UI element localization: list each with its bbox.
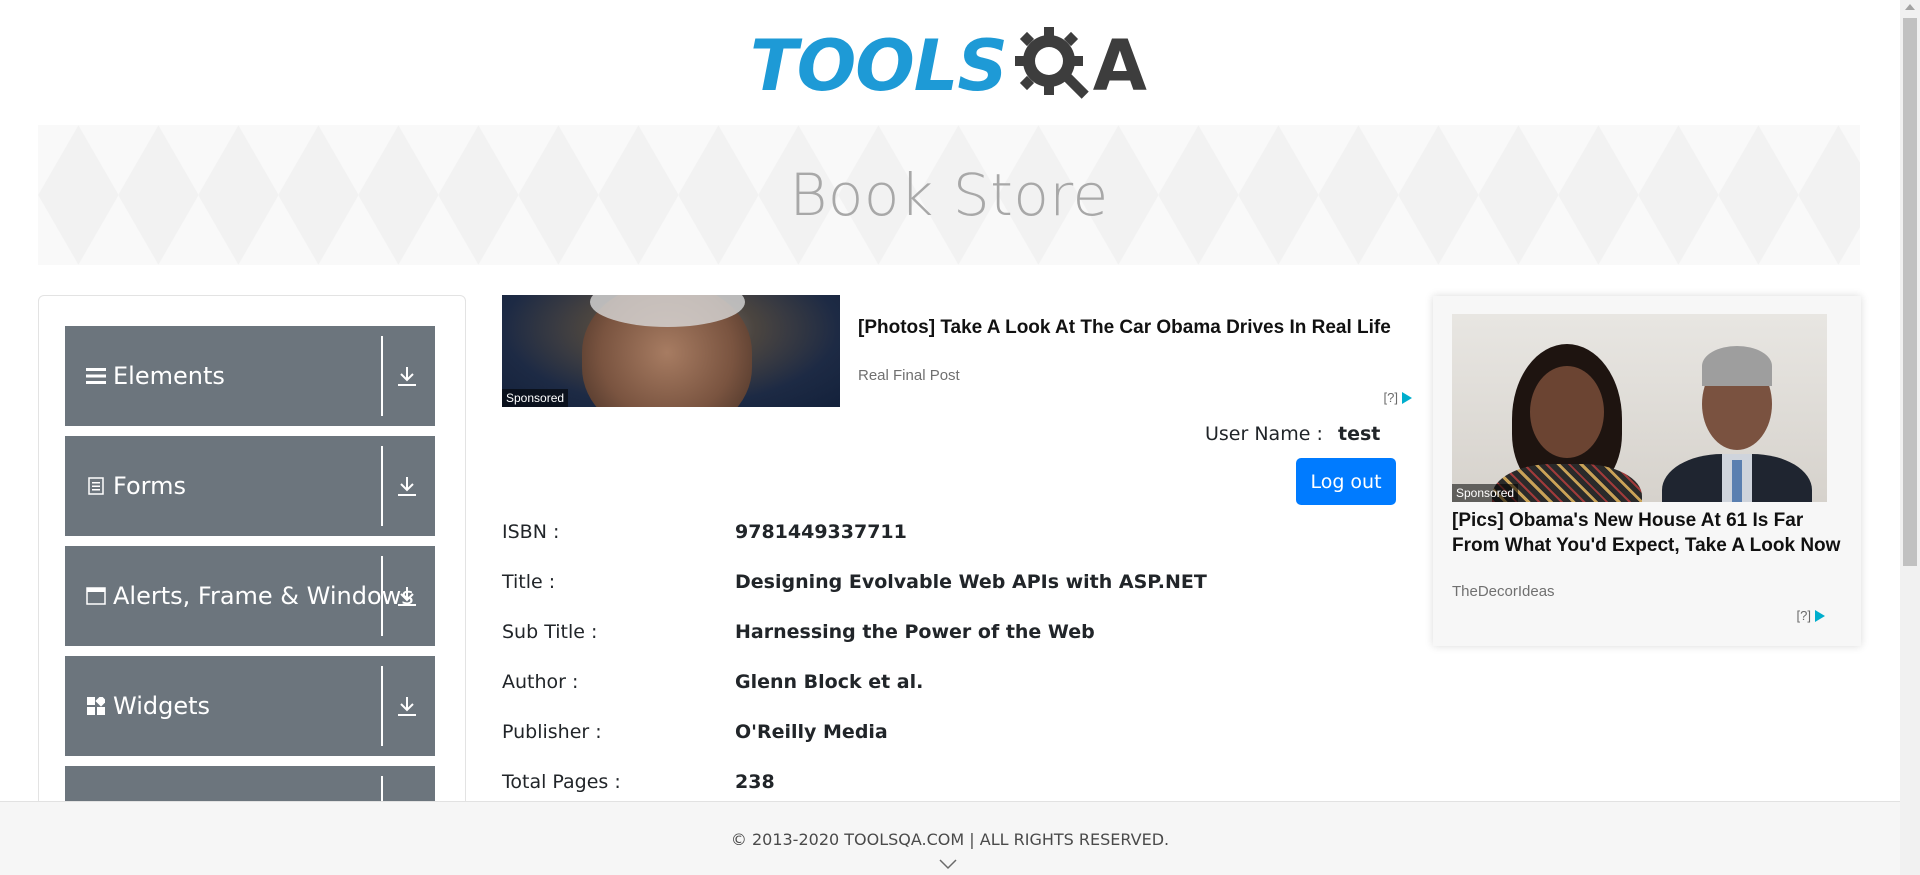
ad-image[interactable]: Sponsored xyxy=(502,295,840,407)
download-icon xyxy=(389,326,425,426)
detail-value: O'Reilly Media xyxy=(735,721,888,743)
left-menu-panel: Elements Forms Alerts, Frame & Windows W… xyxy=(38,295,466,815)
logo-text-tools: TOOLS xyxy=(750,24,1008,107)
page-title: Book Store xyxy=(789,161,1109,229)
adchoices-icon xyxy=(1402,391,1412,404)
ad-title[interactable]: [Photos] Take A Look At The Car Obama Dr… xyxy=(858,315,1398,340)
download-icon xyxy=(389,436,425,536)
user-name-label: User Name : xyxy=(1205,423,1323,445)
ad-choices[interactable]: [?] xyxy=(1384,390,1412,405)
sponsored-ad-top[interactable]: Sponsored [Photos] Take A Look At The Ca… xyxy=(502,295,1414,410)
ad-image[interactable]: Sponsored xyxy=(1452,314,1827,502)
detail-label: Author : xyxy=(502,671,579,693)
window-icon xyxy=(85,585,107,607)
menu-group-label: Alerts, Frame & Windows xyxy=(113,582,414,610)
document-icon xyxy=(85,475,107,497)
detail-row-total-pages: Total Pages : 238 xyxy=(502,771,1402,801)
ad-photo-face xyxy=(1530,366,1604,458)
menu-group-widgets[interactable]: Widgets xyxy=(65,656,435,756)
ad-title[interactable]: [Pics] Obama's New House At 61 Is Far Fr… xyxy=(1452,508,1842,558)
detail-label: ISBN : xyxy=(502,521,560,543)
detail-label: Publisher : xyxy=(502,721,602,743)
detail-row-publisher: Publisher : O'Reilly Media xyxy=(502,721,1402,751)
menu-group-label: Widgets xyxy=(113,692,211,720)
detail-label: Title : xyxy=(502,571,556,593)
page-banner: Book Store xyxy=(38,125,1860,265)
detail-row-isbn: ISBN : 9781449337711 xyxy=(502,521,1402,551)
detail-value: 238 xyxy=(735,771,775,793)
logout-button[interactable]: Log out xyxy=(1296,458,1396,505)
menu-group-forms[interactable]: Forms xyxy=(65,436,435,536)
menu-divider xyxy=(381,666,383,746)
page-scrollbar[interactable] xyxy=(1900,0,1920,875)
adchoices-icon xyxy=(1815,609,1825,622)
detail-row-author: Author : Glenn Block et al. xyxy=(502,671,1402,701)
ad-choices-label: [?] xyxy=(1796,608,1811,623)
menu-group-elements[interactable]: Elements xyxy=(65,326,435,426)
detail-label: Total Pages : xyxy=(502,771,621,793)
menu-group-label: Forms xyxy=(113,472,186,500)
logo-text-a: A xyxy=(1092,24,1147,107)
menu-group-label: Elements xyxy=(113,362,225,390)
ad-choices[interactable]: [?] xyxy=(1797,608,1825,623)
sponsored-tag: Sponsored xyxy=(502,389,569,407)
chevron-down-icon[interactable] xyxy=(938,858,958,870)
gear-magnifier-icon xyxy=(1014,26,1089,99)
menu-group-alerts[interactable]: Alerts, Frame & Windows xyxy=(65,546,435,646)
widgets-icon xyxy=(85,695,107,717)
ad-photo-person xyxy=(1492,344,1642,502)
ad-choices-label: [?] xyxy=(1383,390,1398,405)
list-icon xyxy=(85,365,107,387)
logo-qa: A xyxy=(1011,21,1147,111)
page: TOOLS A Book Store Elements Forms Alerts… xyxy=(0,0,1920,875)
ad-photo-person xyxy=(1662,344,1812,502)
footer-copyright: © 2013-2020 TOOLSQA.COM | ALL RIGHTS RES… xyxy=(730,830,1170,849)
download-icon xyxy=(389,546,425,646)
detail-value: Glenn Block et al. xyxy=(735,671,924,693)
ad-photo-tie xyxy=(1732,460,1742,502)
user-name-value: test xyxy=(1338,423,1381,445)
detail-row-title: Title : Designing Evolvable Web APIs wit… xyxy=(502,571,1402,601)
menu-divider xyxy=(381,336,383,416)
scroll-up-arrow-icon[interactable] xyxy=(1905,4,1915,10)
detail-value: 9781449337711 xyxy=(735,521,907,543)
detail-row-subtitle: Sub Title : Harnessing the Power of the … xyxy=(502,621,1402,651)
sponsored-tag: Sponsored xyxy=(1452,484,1519,502)
menu-divider xyxy=(381,446,383,526)
detail-value: Designing Evolvable Web APIs with ASP.NE… xyxy=(735,571,1207,593)
toolsqa-logo[interactable]: TOOLS A xyxy=(750,18,1160,113)
sponsored-ad-right[interactable]: Sponsored [Pics] Obama's New House At 61… xyxy=(1433,296,1861,646)
menu-divider xyxy=(381,556,383,636)
ad-source[interactable]: TheDecorIdeas xyxy=(1452,583,1555,600)
ad-source[interactable]: Real Final Post xyxy=(858,367,960,384)
footer: © 2013-2020 TOOLSQA.COM | ALL RIGHTS RES… xyxy=(0,801,1900,875)
scrollbar-thumb[interactable] xyxy=(1903,18,1917,566)
detail-value: Harnessing the Power of the Web xyxy=(735,621,1095,643)
detail-label: Sub Title : xyxy=(502,621,598,643)
download-icon xyxy=(389,656,425,756)
ad-photo-hair xyxy=(1702,346,1772,386)
